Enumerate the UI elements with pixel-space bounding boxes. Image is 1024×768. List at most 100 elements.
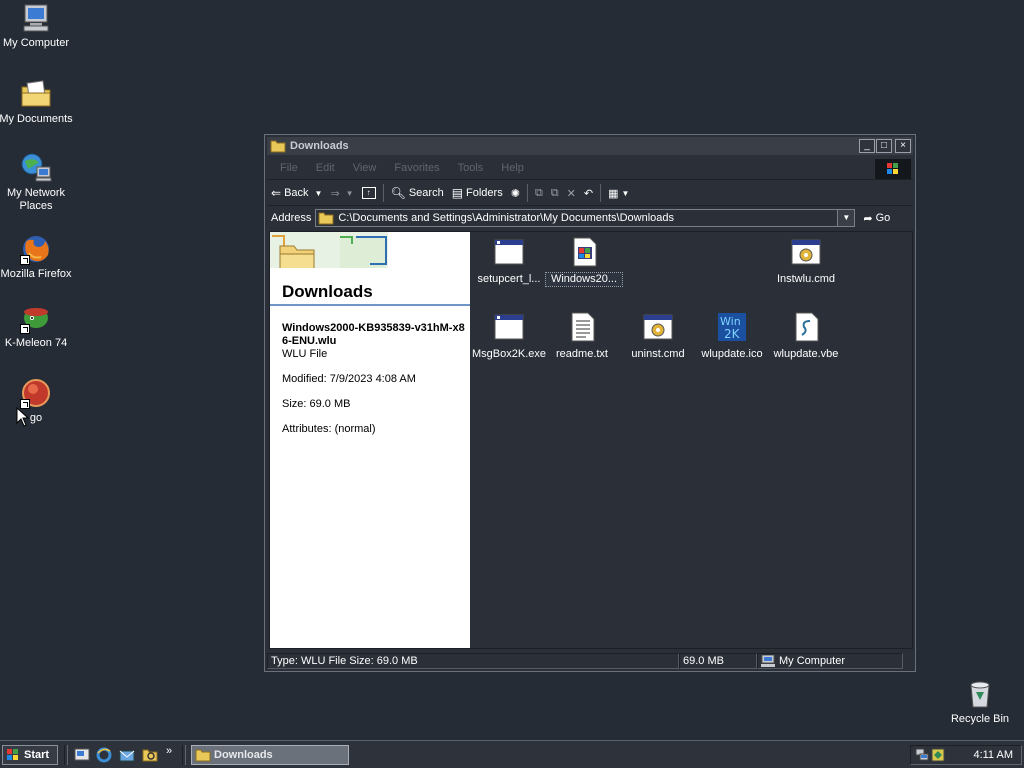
file-item-wlupdate-ico[interactable]: Win 2K wlupdate.ico	[694, 311, 770, 361]
chevron-down-icon: ▼	[314, 188, 323, 198]
back-button[interactable]: ⇐ Back ▼	[267, 182, 326, 204]
recycle-bin-icon	[964, 678, 996, 710]
documents-folder-icon	[20, 78, 52, 110]
go-arrow-icon: ➦	[863, 212, 873, 225]
close-button[interactable]: ×	[895, 139, 911, 153]
exe-window-icon	[493, 311, 525, 343]
file-item-msgbox2k[interactable]: MsgBox2K.exe	[471, 311, 547, 361]
search-folder-icon[interactable]	[142, 747, 158, 763]
text-file-icon	[566, 311, 598, 343]
file-label: Instwlu.cmd	[776, 273, 836, 285]
file-label: uninst.cmd	[631, 348, 685, 360]
status-zone: My Computer	[757, 653, 903, 669]
file-item-wlupdate-vbe[interactable]: wlupdate.vbe	[768, 311, 844, 361]
file-item-setupcert[interactable]: setupcert_l...	[471, 236, 547, 286]
clock[interactable]: 4:11 AM	[973, 749, 1013, 761]
cmd-gear-icon	[642, 311, 674, 343]
cmd-gear-icon	[790, 236, 822, 268]
volume-tray-icon[interactable]	[931, 748, 945, 762]
start-label: Start	[24, 749, 50, 761]
desktop-icon-my-computer[interactable]: My Computer	[0, 2, 74, 50]
desktop-icon-label: Recycle Bin	[950, 713, 1010, 725]
copy-to-icon: ⧉	[550, 186, 559, 199]
script-file-icon	[790, 311, 822, 343]
delete-x-icon: ✕	[566, 187, 576, 200]
menu-help[interactable]: Help	[492, 162, 533, 174]
outlook-express-icon[interactable]	[119, 747, 135, 763]
k-meleon-icon	[20, 302, 52, 334]
explorer-window[interactable]: Downloads _ □ × File Edit View Favorites…	[264, 134, 916, 672]
start-button[interactable]: Start	[2, 745, 58, 765]
history-icon: ✺	[510, 187, 520, 200]
network-tray-icon[interactable]	[915, 748, 929, 762]
menu-view[interactable]: View	[344, 162, 386, 174]
views-button[interactable]: ▦ ▼	[604, 182, 633, 204]
menu-file[interactable]: File	[271, 162, 307, 174]
folder-icon	[270, 139, 286, 153]
taskbar-divider	[182, 745, 186, 765]
quick-launch-more-icon[interactable]: »	[166, 745, 172, 757]
desktop-icon-my-documents[interactable]: My Documents	[0, 78, 74, 126]
menu-bar: File Edit View Favorites Tools Help	[267, 157, 913, 180]
windows-logo-icon	[875, 159, 911, 179]
go-label: Go	[875, 212, 891, 224]
go-button[interactable]: ➦ Go	[863, 212, 890, 225]
folder-banner: Downloads	[270, 232, 470, 306]
toolbar: ⇐ Back ▼ ⇒ ▼ ↑ 🔍︎ Search ▤ Folders ✺ ⧉ ⧉…	[267, 181, 913, 206]
folder-icon	[195, 748, 211, 762]
title-bar[interactable]: Downloads _ □ ×	[267, 137, 913, 155]
window-title: Downloads	[290, 140, 349, 152]
forward-button[interactable]: ⇒ ▼	[326, 182, 357, 204]
copy-to-button[interactable]: ⧉	[547, 182, 563, 204]
address-input[interactable]: C:\Documents and Settings\Administrator\…	[315, 209, 856, 227]
internet-explorer-icon[interactable]	[96, 747, 112, 763]
desktop-icon-label: K-Meleon 74	[4, 337, 68, 349]
mouse-cursor-icon	[16, 406, 30, 427]
history-button[interactable]: ✺	[507, 182, 524, 204]
up-folder-button[interactable]: ↑	[358, 182, 380, 204]
undo-button[interactable]: ↶	[580, 182, 597, 204]
menu-tools[interactable]: Tools	[449, 162, 493, 174]
desktop-icon-k-meleon[interactable]: K-Meleon 74	[0, 302, 74, 350]
desktop-icon-my-network-places[interactable]: My Network Places	[0, 152, 74, 213]
computer-icon	[761, 654, 775, 667]
move-to-button[interactable]: ⧉	[531, 182, 547, 204]
folder-content[interactable]: Downloads Windows2000-KB935839-v31hM-x86…	[269, 231, 913, 649]
taskbar-button-downloads[interactable]: Downloads	[191, 745, 349, 765]
chevron-down-icon[interactable]: ▼	[837, 210, 855, 226]
folders-label: Folders	[466, 187, 503, 199]
back-arrow-icon: ⇐	[271, 186, 282, 200]
taskbar-divider	[64, 745, 68, 765]
file-item-readme[interactable]: readme.txt	[544, 311, 620, 361]
win2k-ico-icon: Win 2K	[716, 311, 748, 343]
file-label: wlupdate.ico	[701, 348, 763, 360]
system-tray: 4:11 AM	[910, 745, 1022, 765]
show-desktop-icon[interactable]	[74, 747, 90, 763]
desktop-icon-go[interactable]: go	[0, 377, 74, 425]
undo-icon: ↶	[583, 187, 594, 200]
file-item-uninst[interactable]: uninst.cmd	[620, 311, 696, 361]
search-button[interactable]: 🔍︎ Search	[387, 182, 448, 204]
minimize-button[interactable]: _	[859, 139, 875, 153]
menu-edit[interactable]: Edit	[307, 162, 344, 174]
file-size: Size: 69.0 MB	[282, 398, 351, 410]
folders-button[interactable]: ▤ Folders	[448, 182, 507, 204]
move-to-icon: ⧉	[534, 186, 543, 199]
menu-favorites[interactable]: Favorites	[385, 162, 448, 174]
desktop-icon-mozilla-firefox[interactable]: Mozilla Firefox	[0, 233, 74, 281]
maximize-button[interactable]: □	[876, 139, 892, 153]
file-item-instwlu[interactable]: Instwlu.cmd	[768, 236, 844, 286]
file-item-windows2000[interactable]: Windows20...	[545, 236, 623, 287]
modified-date: Modified: 7/9/2023 4:08 AM	[282, 373, 416, 385]
desktop-icon-label: My Documents	[0, 113, 73, 125]
wlu-file-icon	[568, 236, 600, 268]
desktop-icon-recycle-bin[interactable]: Recycle Bin	[942, 678, 1018, 726]
pane-title: Downloads	[282, 282, 373, 301]
desktop-icon-label: go	[29, 412, 43, 424]
search-label: Search	[408, 187, 444, 199]
delete-button[interactable]: ✕	[563, 182, 580, 204]
folders-icon: ▤	[451, 186, 464, 200]
file-label: setupcert_l...	[477, 273, 541, 285]
status-bar: Type: WLU File Size: 69.0 MB 69.0 MB My …	[267, 653, 913, 669]
chevron-down-icon: ▼	[345, 188, 354, 198]
